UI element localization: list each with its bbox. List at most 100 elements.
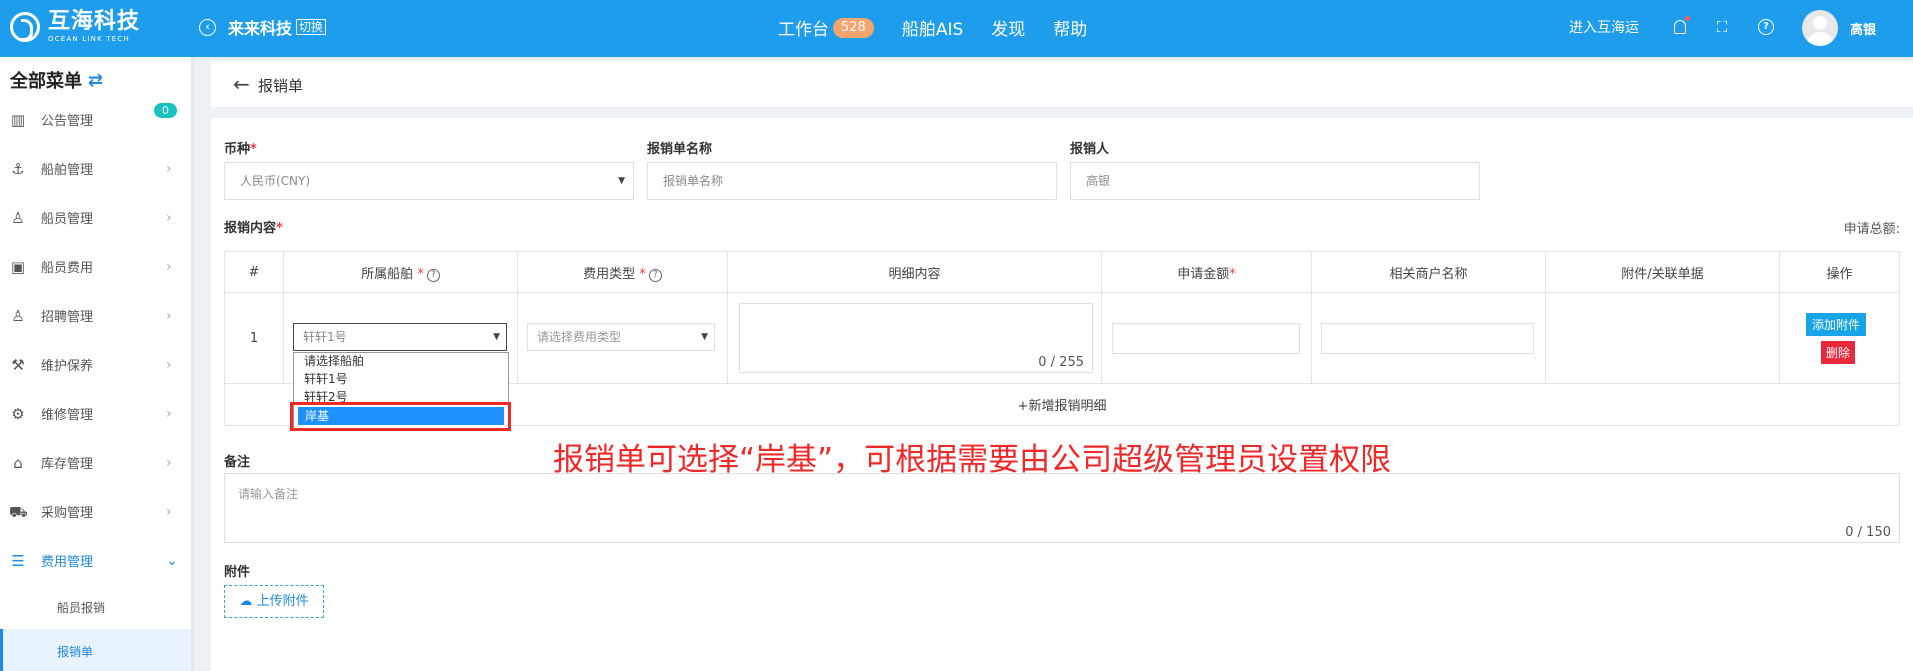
sidebar-item-purchase[interactable]: ⛟ 采购管理 › xyxy=(0,487,191,536)
attachment-cell xyxy=(1545,292,1780,384)
caret-down-icon: ▼ xyxy=(618,176,625,186)
enter-hhy-link[interactable]: 进入互海运 xyxy=(1569,17,1639,37)
top-header: 互海科技 OCEAN LINK TECH ‹ 来来科技 切换 工作台 528 船… xyxy=(0,0,1913,57)
wallet-icon: ▣ xyxy=(10,257,26,276)
notice-count-badge: 0 xyxy=(154,103,177,118)
sidebar-item-repair[interactable]: ⚙ 维修管理 › xyxy=(0,389,191,438)
dropdown-option[interactable]: 请选择船舶 xyxy=(304,353,364,369)
chevron-right-icon: › xyxy=(166,454,172,471)
company-name: 来来科技 xyxy=(228,19,293,38)
menu-title: 全部菜单 ⇄ xyxy=(10,69,104,93)
col-detail: 明细内容 xyxy=(727,251,1102,293)
chevron-right-icon: › xyxy=(166,160,172,177)
col-attachment: 附件/关联单据 xyxy=(1545,251,1780,293)
form-name-input[interactable]: 报销单名称 xyxy=(647,162,1057,200)
cost-type-select[interactable]: 请选择费用类型 ▼ xyxy=(527,323,715,351)
applicant-label: 报销人 xyxy=(1070,142,1110,157)
chevron-right-icon: › xyxy=(166,356,172,373)
back-circle-icon[interactable]: ‹ xyxy=(199,18,216,36)
sidebar-item-inventory[interactable]: ⌂ 库存管理 › xyxy=(0,438,191,487)
col-ship: 所属船舶 *? xyxy=(283,251,518,293)
hammer-icon: ⚒ xyxy=(11,355,25,374)
coins-icon: ☰ xyxy=(11,551,25,570)
ship-select[interactable]: 轩轩1号 ▼ xyxy=(293,323,507,351)
action-cell: 添加附件 删除 xyxy=(1779,292,1900,384)
chevron-right-icon: › xyxy=(166,209,172,226)
detail-cell: 0 / 255 xyxy=(727,292,1102,384)
sidebar-item-recruit[interactable]: ♙ 招聘管理 › xyxy=(0,291,191,340)
sidebar: 全部菜单 ⇄ ▥ 公告管理 0 ⚓ 船舶管理 › ♙ 船员管理 › ▣ 船员费用… xyxy=(0,57,194,671)
book-icon: ▥ xyxy=(10,110,26,129)
sidebar-item-maintenance[interactable]: ⚒ 维护保养 › xyxy=(0,340,191,389)
chevron-down-icon: ⌄ xyxy=(166,552,178,569)
applicant-input[interactable]: 高银 xyxy=(1070,162,1480,200)
sidebar-item-ships[interactable]: ⚓ 船舶管理 › xyxy=(0,144,191,193)
detail-textarea[interactable]: 0 / 255 xyxy=(739,303,1093,373)
wrench-icon: ⚙ xyxy=(11,404,25,423)
top-nav: 工作台 528 船舶AIS 发现 帮助 xyxy=(778,15,1115,40)
delete-row-button[interactable]: 删除 xyxy=(1821,341,1856,364)
nav-help[interactable]: 帮助 xyxy=(1053,15,1087,40)
annotation-text: 报销单可选择“岸基”，可根据需要由公司超级管理员设置权限 xyxy=(553,442,1392,478)
fullscreen-icon[interactable]: ⛶ xyxy=(1714,19,1730,35)
help-icon[interactable]: ? xyxy=(426,268,440,282)
sidebar-item-notice[interactable]: ▥ 公告管理 0 xyxy=(0,95,191,144)
col-merchant: 相关商户名称 xyxy=(1311,251,1546,293)
row-index: 1 xyxy=(224,292,284,384)
caret-down-icon: ▼ xyxy=(701,332,708,342)
sidebar-subitem-reimburse-form[interactable]: 报销单 xyxy=(0,629,191,671)
avatar[interactable] xyxy=(1802,10,1838,46)
logo-icon xyxy=(10,12,40,42)
chevron-right-icon: › xyxy=(166,405,172,422)
person-icon: ♙ xyxy=(11,208,25,227)
anchor-icon: ⚓ xyxy=(11,159,25,178)
help-icon[interactable]: ? xyxy=(1758,19,1774,35)
sidebar-item-crew-cost[interactable]: ▣ 船员费用 › xyxy=(0,242,191,291)
bell-icon[interactable] xyxy=(1674,16,1690,34)
sidebar-item-crew[interactable]: ♙ 船员管理 › xyxy=(0,193,191,242)
caret-down-icon: ▼ xyxy=(493,332,500,342)
upload-attachment-button[interactable]: ☁ 上传附件 xyxy=(224,585,324,618)
add-attachment-button[interactable]: 添加附件 xyxy=(1806,313,1867,336)
col-cost-type: 费用类型 *? xyxy=(517,251,728,293)
attachment-label: 附件 xyxy=(224,565,251,580)
content-label: 报销内容* xyxy=(224,221,283,236)
nav-ship-ais[interactable]: 船舶AIS xyxy=(902,15,963,40)
brand-logo[interactable]: 互海科技 OCEAN LINK TECH xyxy=(10,10,140,44)
col-index: # xyxy=(224,251,284,293)
chevron-right-icon: › xyxy=(166,503,172,520)
cost-type-cell: 请选择费用类型 ▼ xyxy=(517,292,728,384)
detail-char-counter: 0 / 255 xyxy=(1038,355,1084,370)
total-amount-label: 申请总额: xyxy=(1843,222,1900,237)
house-icon: ⌂ xyxy=(13,453,23,472)
currency-label: 币种* xyxy=(224,142,257,157)
sidebar-subitem-crew-reimburse[interactable]: 船员报销 xyxy=(0,585,191,629)
cart-icon: ⛟ xyxy=(9,502,28,521)
form-name-label: 报销单名称 xyxy=(647,142,713,157)
user-name[interactable]: 高银 xyxy=(1850,19,1876,38)
notification-dot xyxy=(1685,16,1690,21)
chevron-right-icon: › xyxy=(166,258,172,275)
col-action: 操作 xyxy=(1779,251,1900,293)
sidebar-item-expense[interactable]: ☰ 费用管理 ⌄ xyxy=(0,536,191,585)
nav-workbench[interactable]: 工作台 528 xyxy=(778,15,874,40)
page-title: 报销单 xyxy=(258,77,304,95)
chevron-right-icon: › xyxy=(166,307,172,324)
remark-textarea[interactable]: 请输入备注 0 / 150 xyxy=(224,473,1900,543)
nav-discover[interactable]: 发现 xyxy=(991,15,1025,40)
dropdown-option[interactable]: 轩轩1号 xyxy=(304,371,348,387)
merchant-cell xyxy=(1311,292,1546,384)
col-amount: 申请金额* xyxy=(1101,251,1312,293)
remark-char-counter: 0 / 150 xyxy=(1845,525,1891,540)
person-search-icon: ♙ xyxy=(11,306,25,325)
currency-select[interactable]: 人民币(CNY) ▼ xyxy=(224,162,634,200)
highlight-box xyxy=(290,402,511,431)
help-icon[interactable]: ? xyxy=(648,268,662,282)
back-arrow-icon[interactable]: ← xyxy=(233,72,250,96)
merchant-input[interactable] xyxy=(1321,323,1534,354)
swap-icon[interactable]: ⇄ xyxy=(88,70,103,91)
amount-input[interactable] xyxy=(1112,323,1300,354)
company-switcher[interactable]: ‹ 来来科技 切换 xyxy=(199,15,327,39)
switch-company-button[interactable]: 切换 xyxy=(296,19,327,35)
amount-cell xyxy=(1101,292,1312,384)
